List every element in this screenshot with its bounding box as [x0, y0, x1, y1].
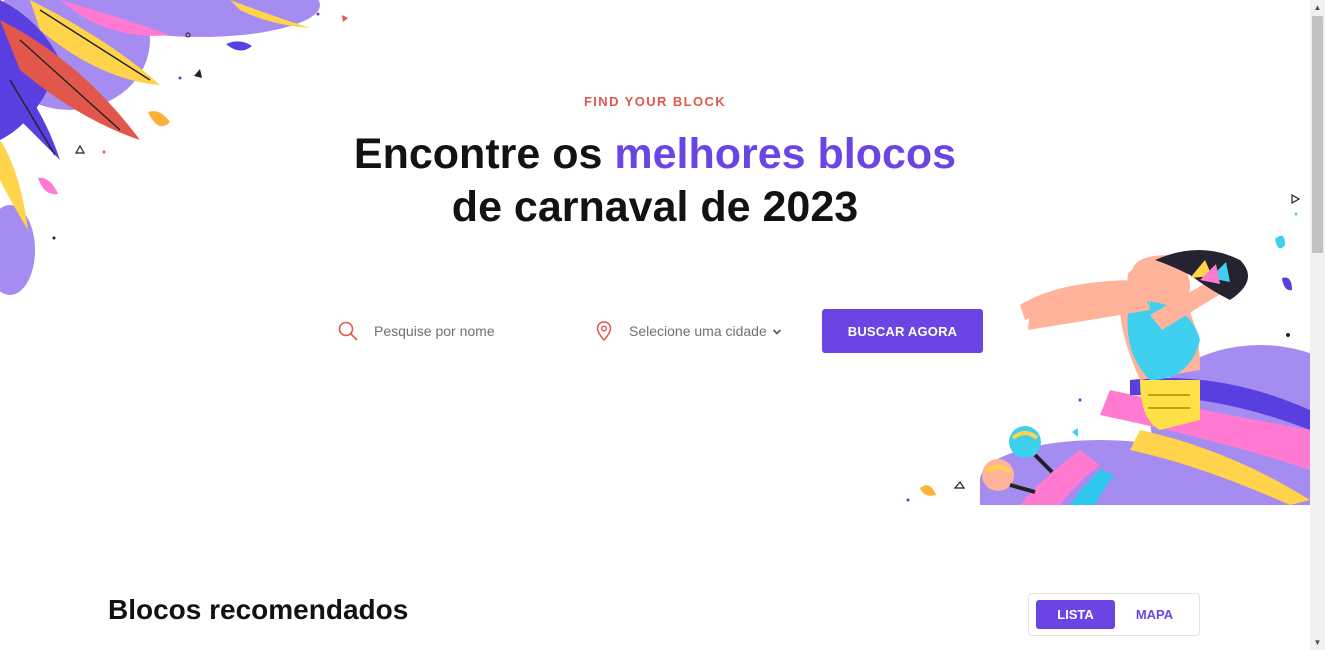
city-select[interactable]: Selecione uma cidade	[629, 323, 782, 339]
hero-title: Encontre os melhores blocos de carnaval …	[0, 128, 1310, 234]
search-icon	[338, 321, 358, 341]
scroll-down-arrow[interactable]: ▼	[1310, 635, 1325, 650]
city-field: Selecione uma cidade	[596, 309, 826, 353]
view-toggle: LISTA MAPA	[1028, 593, 1200, 636]
search-bar: Selecione uma cidade BUSCAR AGORA	[338, 309, 984, 353]
scrollbar[interactable]: ▲ ▼	[1310, 0, 1325, 650]
map-pin-icon	[596, 321, 612, 341]
page: FIND YOUR BLOCK Encontre os melhores blo…	[0, 0, 1310, 650]
hero-title-line2: de carnaval de 2023	[451, 183, 859, 231]
toggle-map-button[interactable]: MAPA	[1115, 600, 1194, 629]
section-title: Blocos recomendados	[108, 594, 409, 625]
toggle-list-button[interactable]: LISTA	[1036, 600, 1115, 629]
chevron-down-icon	[772, 323, 782, 339]
hero-title-part1: Encontre os	[353, 130, 615, 178]
scroll-up-arrow[interactable]: ▲	[1310, 0, 1325, 15]
hero-eyebrow: FIND YOUR BLOCK	[583, 94, 727, 109]
city-select-value: Selecione uma cidade	[629, 323, 767, 339]
search-button[interactable]: BUSCAR AGORA	[822, 309, 983, 353]
search-name-field	[338, 309, 590, 353]
scroll-thumb[interactable]	[1312, 16, 1323, 253]
hero-title-highlight: melhores blocos	[614, 130, 957, 178]
search-input[interactable]	[372, 322, 576, 340]
